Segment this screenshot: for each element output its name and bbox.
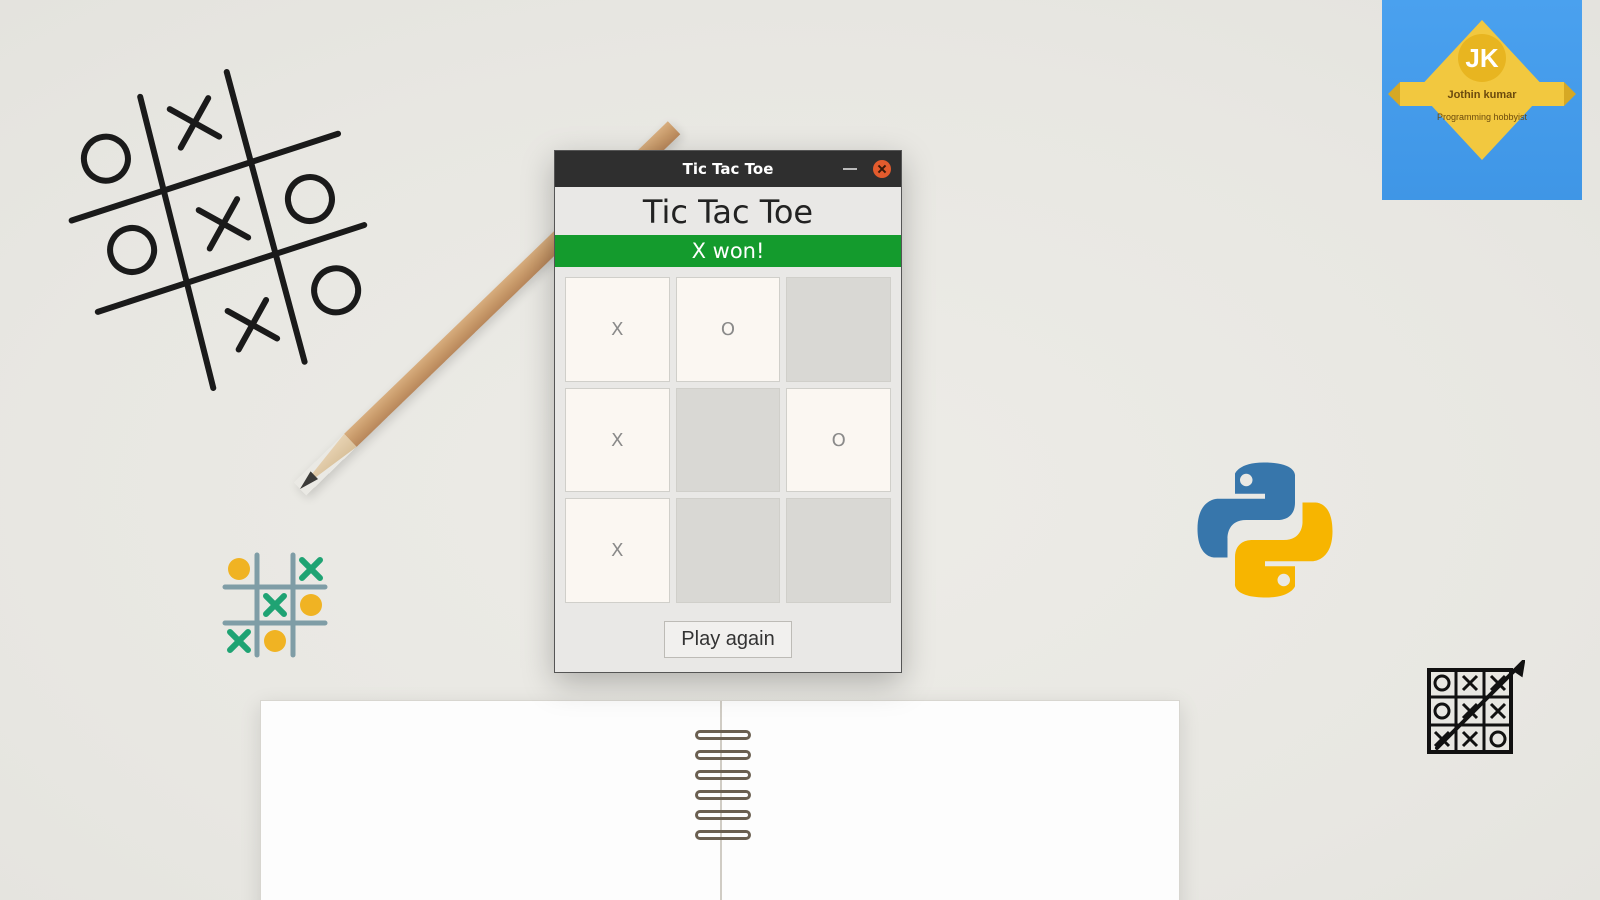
- notebook-binding: [695, 690, 751, 900]
- board-cell[interactable]: [676, 498, 781, 603]
- badge-tagline: Programming hobbyist: [1437, 112, 1528, 122]
- status-bar: X won!: [555, 235, 901, 267]
- tictactoe-stamp-icon: [1425, 660, 1525, 760]
- small-tictactoe-icon: [220, 550, 330, 660]
- board-cell[interactable]: [786, 277, 891, 382]
- footer: Play again: [555, 613, 901, 672]
- window-titlebar[interactable]: Tic Tac Toe: [555, 151, 901, 187]
- board-cell[interactable]: X: [565, 498, 670, 603]
- board-cell[interactable]: O: [676, 277, 781, 382]
- board-cell[interactable]: [676, 388, 781, 493]
- badge-initials: JK: [1465, 43, 1498, 73]
- author-badge: JK Jothin kumar Programming hobbyist: [1382, 0, 1582, 200]
- game-board: X O X O X: [555, 267, 901, 613]
- window-title: Tic Tac Toe: [683, 160, 774, 178]
- board-cell[interactable]: X: [565, 388, 670, 493]
- tictactoe-app-window: Tic Tac Toe Tic Tac Toe X won! X O X O X…: [554, 150, 902, 673]
- minimize-icon[interactable]: [843, 168, 857, 170]
- board-cell[interactable]: X: [565, 277, 670, 382]
- board-cell[interactable]: [786, 498, 891, 603]
- close-icon[interactable]: [873, 160, 891, 178]
- play-again-button[interactable]: Play again: [664, 621, 791, 658]
- app-title: Tic Tac Toe: [555, 187, 901, 235]
- python-logo-icon: [1185, 450, 1345, 610]
- badge-name: Jothin kumar: [1447, 89, 1517, 101]
- board-cell[interactable]: O: [786, 388, 891, 493]
